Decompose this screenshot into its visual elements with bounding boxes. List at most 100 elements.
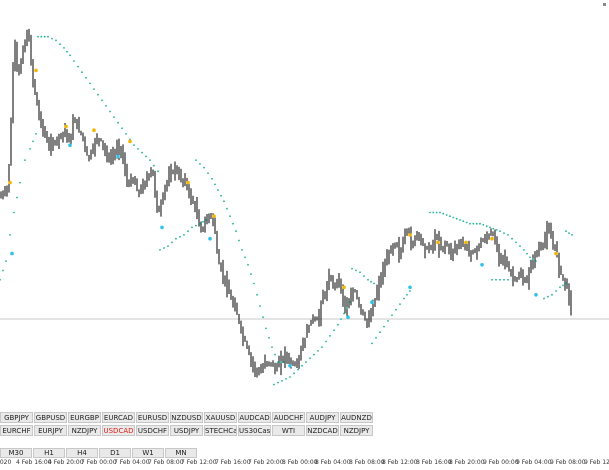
- fractal-up-marker: [490, 236, 494, 241]
- sar-dot: [244, 256, 246, 259]
- chart-corner-marker: [603, 3, 606, 6]
- sar-dot: [16, 196, 18, 199]
- sar-dot: [562, 284, 564, 287]
- symbol-button-audjpy[interactable]: AUDJPY: [306, 412, 339, 423]
- symbol-button-audchf[interactable]: AUDCHF: [272, 412, 305, 423]
- time-axis-label: 9 Feb 08:00: [550, 459, 586, 466]
- symbol-button-usdchf[interactable]: USDCHF: [136, 425, 169, 436]
- time-axis-label: 7 Feb 20:00: [248, 459, 284, 466]
- time-axis-label: 8 Feb 08:00: [349, 459, 385, 466]
- fractal-up-marker: [92, 128, 96, 132]
- sar-dot: [5, 260, 7, 262]
- fractal-up-marker: [186, 180, 190, 185]
- sar-dot: [238, 239, 240, 242]
- symbol-button-audnzd[interactable]: AUDNZD: [340, 412, 373, 423]
- timeframe-button-d1[interactable]: D1: [99, 448, 131, 458]
- sar-dot: [141, 151, 143, 154]
- sar-dot: [81, 71, 83, 74]
- sar-dot: [191, 226, 193, 229]
- fractal-down-marker: [408, 285, 412, 290]
- fractal-up-marker: [342, 285, 346, 290]
- symbol-button-xauusd[interactable]: XAUUSD: [204, 412, 237, 423]
- sar-dot: [253, 282, 255, 285]
- sar-dot: [256, 293, 258, 296]
- symbol-button-eurusd[interactable]: EURUSD: [136, 412, 169, 423]
- symbol-button-eurchf[interactable]: EURCHF: [0, 425, 33, 436]
- symbol-button-usdjpy[interactable]: USDJPY: [170, 425, 203, 436]
- sar-dot: [503, 232, 505, 235]
- time-axis-label: 4 Feb 16:00: [16, 459, 52, 466]
- timeframe-button-w1[interactable]: W1: [132, 448, 164, 458]
- sar-dot: [452, 216, 455, 219]
- time-axis-label: 7 Feb 00:00: [81, 459, 117, 466]
- sar-dot: [511, 237, 513, 240]
- sar-dot: [507, 234, 509, 236]
- sar-dot: [363, 275, 365, 277]
- sar-dot: [274, 353, 276, 356]
- symbol-button-usdcad[interactable]: USDCAD: [102, 425, 135, 436]
- sar-dot: [565, 230, 567, 233]
- symbol-button-eurcad[interactable]: EURCAD: [102, 412, 135, 423]
- sar-dot: [559, 286, 561, 289]
- symbol-button-nzdjpy[interactable]: NZDJPY: [68, 425, 101, 436]
- symbol-button-nzdcad[interactable]: NZDCAD: [306, 425, 339, 436]
- symbol-button-gbpusd[interactable]: GBPUSD: [34, 412, 67, 423]
- sar-dot: [379, 331, 381, 334]
- symbol-button-eurjpy[interactable]: EURJPY: [34, 425, 67, 436]
- timeframe-button-h1[interactable]: H1: [33, 448, 65, 458]
- time-axis-label: 9 Feb 12:00: [584, 459, 609, 466]
- sar-dot: [183, 234, 185, 236]
- sar-dot: [89, 82, 91, 85]
- sar-dot: [43, 35, 46, 38]
- sar-dot: [277, 381, 279, 384]
- sar-dot: [469, 222, 471, 225]
- sar-dot: [371, 342, 373, 345]
- sar-dot: [159, 249, 161, 251]
- fractal-down-marker: [370, 300, 374, 305]
- symbol-button-us30cash[interactable]: US30Cash: [238, 425, 271, 436]
- sar-dot: [199, 163, 201, 165]
- sar-dot: [121, 127, 123, 130]
- sar-dot: [449, 215, 451, 218]
- sar-dot: [367, 278, 369, 281]
- symbol-button-gbpjpy[interactable]: GBPJPY: [0, 412, 33, 423]
- timeframe-button-m30[interactable]: M30: [0, 448, 32, 458]
- fractal-up-marker: [8, 180, 12, 185]
- sar-dot: [66, 50, 68, 53]
- sar-dot: [13, 211, 15, 214]
- sar-dot: [387, 320, 389, 322]
- sar-dot: [37, 35, 39, 38]
- time-axis-label: 9 Feb 00:00: [483, 459, 519, 466]
- sar-dot: [117, 121, 119, 124]
- fractal-down-marker: [288, 364, 292, 368]
- timeframe-button-mn[interactable]: MN: [165, 448, 197, 458]
- fractal-up-marker: [436, 240, 440, 245]
- sar-dot: [223, 200, 225, 203]
- symbol-button-wti[interactable]: WTI: [272, 425, 305, 436]
- sar-dot: [285, 378, 287, 380]
- symbol-button-stechcash[interactable]: STECHCash: [204, 425, 237, 436]
- symbol-button-audcad[interactable]: AUDCAD: [238, 412, 271, 423]
- sar-dot: [309, 357, 311, 360]
- fractal-down-marker: [10, 251, 14, 256]
- fractal-down-marker: [116, 154, 120, 159]
- sar-dot: [519, 245, 521, 248]
- sar-dot: [375, 336, 377, 339]
- sar-dot: [247, 263, 249, 266]
- symbol-button-nzdusd[interactable]: NZDUSD: [170, 412, 203, 423]
- sar-dot: [105, 105, 107, 107]
- fractal-down-marker: [534, 293, 538, 297]
- sar-dot: [297, 368, 299, 371]
- symbol-button-eurgbp[interactable]: EURGBP: [68, 412, 101, 423]
- sar-dot: [301, 364, 303, 367]
- symbol-button-nzdjpy[interactable]: NZDJPY: [340, 425, 373, 436]
- sar-dot: [482, 224, 485, 226]
- price-chart[interactable]: [0, 0, 609, 405]
- time-axis-label: 7 Feb 16:00: [215, 459, 251, 466]
- sar-dot: [340, 318, 342, 320]
- sar-dot: [565, 282, 567, 285]
- sar-dot: [179, 235, 181, 238]
- sar-dot: [472, 222, 475, 225]
- sar-dot: [268, 336, 270, 339]
- timeframe-button-h4[interactable]: H4: [66, 448, 98, 458]
